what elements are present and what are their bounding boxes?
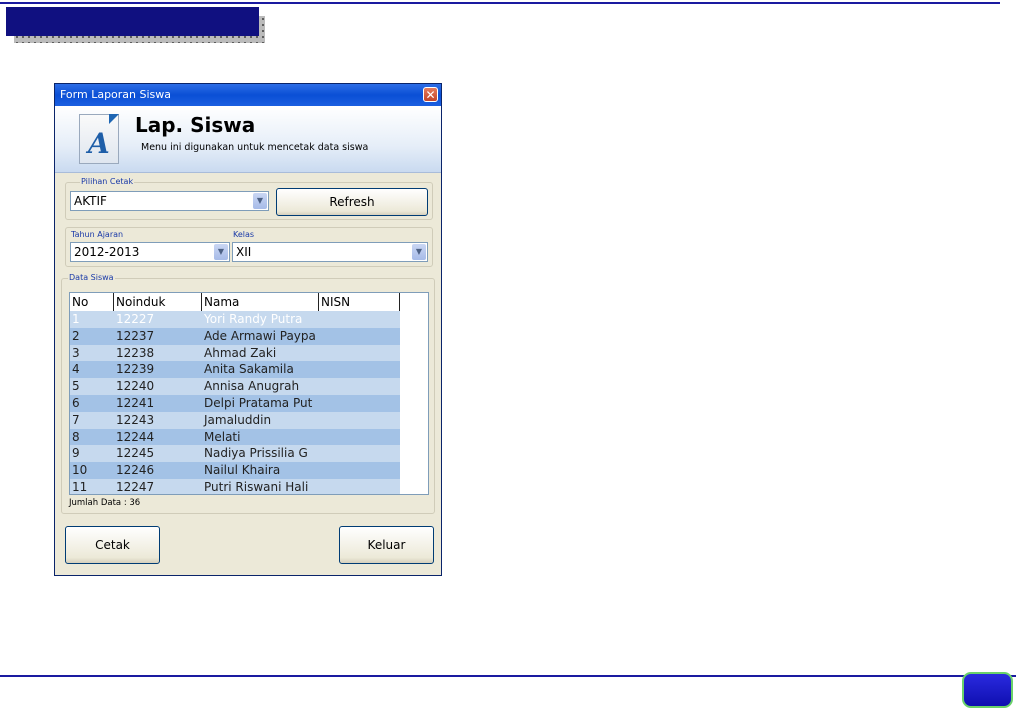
form-title: Lap. Siswa (135, 113, 256, 137)
cell-nama: Yori Randy Putra (204, 312, 303, 326)
cell-no: 11 (72, 479, 88, 494)
form-laporan-siswa-window: Form Laporan Siswa ✕ A Lap. Siswa Menu i… (54, 83, 442, 576)
chevron-down-icon[interactable]: ▼ (412, 244, 426, 260)
document-icon: A (79, 114, 119, 164)
slide-top-rule (0, 2, 1000, 4)
cell-no: 3 (72, 345, 80, 360)
data-siswa-grid[interactable]: No Noinduk Nama NISN 1 12227 Yori Randy Pu… (69, 292, 429, 495)
cell-nisn (319, 311, 400, 328)
cell-noinduk: 12244 (116, 429, 155, 444)
cell-nama: Ahmad Zaki (204, 345, 277, 360)
window-titlebar[interactable]: Form Laporan Siswa ✕ (55, 84, 441, 106)
cell-noinduk: 12240 (116, 379, 155, 394)
slide-title-bar (6, 7, 259, 36)
cell-nisn (319, 479, 400, 494)
table-row[interactable]: 3 12238 Ahmad Zaki (70, 344, 400, 362)
cell-noinduk: 12227 (116, 312, 155, 326)
cell-nisn (319, 445, 400, 462)
cell-nisn (319, 412, 400, 429)
jumlah-data-text: Jumlah Data : 36 (69, 498, 141, 508)
cell-nama: Delpi Pratama Put (204, 395, 313, 410)
cell-nisn (319, 462, 400, 479)
column-header-nisn[interactable]: NISN (319, 293, 400, 311)
cell-no: 7 (72, 412, 80, 427)
filter-group: Tahun Ajaran 2012-2013 ▼ Kelas XII ▼ (65, 227, 433, 267)
table-row[interactable]: 10 12246 Nailul Khaira (70, 462, 400, 479)
table-row[interactable]: 2 12237 Ade Armawi Paypa (70, 327, 400, 345)
cell-no: 2 (72, 328, 80, 343)
table-row[interactable]: 11 12247 Putri Riswani Hali (70, 478, 400, 494)
cell-nisn (319, 361, 400, 378)
cell-noinduk: 12238 (116, 345, 155, 360)
column-header-nama[interactable]: Nama (202, 293, 319, 311)
cell-nama: Annisa Anugrah (204, 379, 300, 394)
kelas-value: XII (236, 245, 252, 259)
cell-nama: Putri Riswani Hali (204, 479, 309, 494)
cell-no: 1 (72, 312, 80, 326)
table-row[interactable]: 6 12241 Delpi Pratama Put (70, 394, 400, 412)
cell-nama: Melati (204, 429, 241, 444)
tahun-ajaran-label: Tahun Ajaran (71, 230, 124, 239)
cell-no: 4 (72, 362, 80, 377)
column-header-noinduk[interactable]: Noinduk (114, 293, 202, 311)
page-number-badge (962, 672, 1013, 708)
grid-header: No Noinduk Nama NISN (70, 293, 400, 311)
cell-noinduk: 12247 (116, 479, 155, 494)
pilihan-cetak-label: Pilihan Cetak (80, 177, 135, 186)
tahun-ajaran-select[interactable]: 2012-2013 ▼ (70, 242, 230, 262)
refresh-button[interactable]: Refresh (276, 188, 428, 216)
keluar-button[interactable]: Keluar (339, 526, 434, 564)
form-header: A Lap. Siswa Menu ini digunakan untuk me… (55, 106, 441, 173)
cell-nama: Nailul Khaira (204, 463, 281, 478)
cell-nisn (319, 378, 400, 395)
data-siswa-label: Data Siswa (68, 273, 115, 282)
cell-noinduk: 12246 (116, 463, 155, 478)
cell-noinduk: 12237 (116, 328, 155, 343)
cell-no: 8 (72, 429, 80, 444)
cell-noinduk: 12245 (116, 446, 155, 461)
cell-no: 10 (72, 463, 88, 478)
cell-no: 5 (72, 379, 80, 394)
kelas-label: Kelas (233, 230, 255, 239)
document-fold (109, 114, 119, 124)
tahun-ajaran-value: 2012-2013 (74, 245, 140, 259)
table-row[interactable]: 1 12227 Yori Randy Putra (70, 311, 400, 328)
column-header-no[interactable]: No (70, 293, 114, 311)
cell-noinduk: 12241 (116, 395, 155, 410)
pilihan-cetak-select[interactable]: AKTIF ▼ (70, 191, 269, 211)
pilihan-cetak-value: AKTIF (74, 194, 107, 208)
cell-nisn (319, 429, 400, 446)
document-letter: A (88, 127, 110, 160)
close-icon[interactable]: ✕ (423, 87, 438, 102)
cell-no: 9 (72, 446, 80, 461)
cell-nama: Ade Armawi Paypa (204, 328, 316, 343)
table-row[interactable]: 8 12244 Melati (70, 428, 400, 446)
cell-nama: Nadiya Prissilia G (204, 446, 308, 461)
cell-nama: Jamaluddin (204, 412, 272, 427)
grid-scroll-area[interactable] (400, 293, 428, 494)
table-row[interactable]: 5 12240 Annisa Anugrah (70, 378, 400, 395)
cell-nisn (319, 345, 400, 362)
cell-no: 6 (72, 395, 80, 410)
table-row[interactable]: 4 12239 Anita Sakamila (70, 361, 400, 379)
cell-noinduk: 12243 (116, 412, 155, 427)
chevron-down-icon[interactable]: ▼ (253, 193, 267, 209)
window-title: Form Laporan Siswa (60, 88, 172, 101)
form-subtitle: Menu ini digunakan untuk mencetak data s… (141, 142, 369, 153)
cell-nisn (319, 328, 400, 345)
table-row[interactable]: 7 12243 Jamaluddin (70, 411, 400, 429)
cell-noinduk: 12239 (116, 362, 155, 377)
cell-nama: Anita Sakamila (204, 362, 294, 377)
kelas-select[interactable]: XII ▼ (232, 242, 428, 262)
grid-rows: 1 12227 Yori Randy Putra 2 12237 Ade Armawi P… (70, 311, 400, 494)
cell-nisn (319, 395, 400, 412)
cetak-button[interactable]: Cetak (65, 526, 160, 564)
pilihan-cetak-group: Pilihan Cetak AKTIF ▼ Refresh (65, 177, 433, 220)
chevron-down-icon[interactable]: ▼ (214, 244, 228, 260)
slide-bottom-rule (0, 675, 1016, 677)
table-row[interactable]: 9 12245 Nadiya Prissilia G (70, 445, 400, 463)
